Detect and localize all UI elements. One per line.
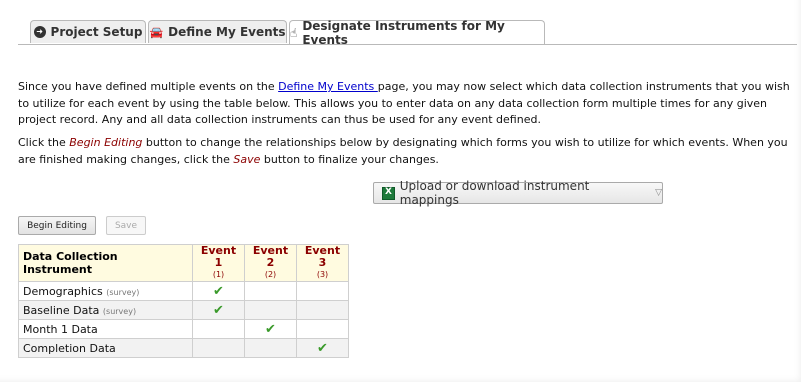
instrument-name-cell: Completion Data — [18, 338, 193, 358]
event-column-header: Event 3 (3) — [296, 244, 349, 282]
instrument-event-table: Data Collection Instrument Event 1 (1) Ev… — [18, 244, 349, 358]
table-row: Baseline Data (survey) ✔ — [18, 300, 349, 320]
event-number: (2) — [264, 270, 277, 279]
event-column-header: Event 1 (1) — [192, 244, 245, 282]
tab-divider — [18, 44, 797, 45]
tab-define-events[interactable]: 🚘 Define My Events — [148, 20, 287, 43]
event-name: Event 3 — [304, 244, 341, 269]
save-emphasis: Save — [233, 152, 261, 166]
table-row: Demographics (survey) ✔ — [18, 281, 349, 301]
event-cell: ✔ — [192, 281, 245, 301]
event-cell — [244, 338, 297, 358]
table-row: Month 1 Data ✔ — [18, 319, 349, 339]
checkmark-icon: ✔ — [265, 321, 276, 337]
save-label: Save — [114, 220, 138, 231]
begin-editing-button[interactable]: Begin Editing — [18, 216, 96, 235]
begin-editing-label: Begin Editing — [27, 220, 87, 231]
instrument-name: Completion Data — [23, 341, 116, 355]
instrument-name: Month 1 Data — [23, 322, 98, 336]
instrument-name-cell: Demographics (survey) — [18, 281, 193, 301]
event-cell: ✔ — [244, 319, 297, 339]
event-cell: ✔ — [296, 338, 349, 358]
table-row: Completion Data ✔ — [18, 338, 349, 358]
event-name: Event 1 — [200, 244, 237, 269]
intro-text: Since you have defined multiple events o… — [18, 80, 279, 93]
event-cell: ✔ — [192, 300, 245, 320]
event-column-header: Event 2 (2) — [244, 244, 297, 282]
tab-designate-instruments[interactable]: ☝ Designate Instruments for My Events — [289, 19, 545, 47]
checkmark-icon: ✔ — [213, 302, 224, 318]
tab-label: Designate Instruments for My Events — [302, 19, 505, 47]
tab-label: Define My Events — [168, 25, 286, 39]
instrument-name-cell: Baseline Data (survey) — [18, 300, 193, 320]
instrument-column-header: Data Collection Instrument — [18, 244, 193, 282]
tab-label: Project Setup — [50, 25, 143, 39]
event-cell — [296, 300, 349, 320]
tab-project-setup[interactable]: ➜ Project Setup — [30, 20, 146, 43]
begin-editing-emphasis: Begin Editing — [69, 136, 143, 149]
define-events-link[interactable]: Define My Events — [278, 80, 378, 93]
hand-pointer-icon: ☝ — [290, 26, 298, 40]
instrument-name-cell: Month 1 Data — [18, 319, 193, 339]
excel-icon — [382, 186, 395, 200]
chevron-down-icon: ▽ — [655, 188, 662, 198]
save-button[interactable]: Save — [106, 216, 146, 235]
checkmark-icon: ✔ — [213, 283, 224, 299]
instructions-text: button to finalize your changes. — [260, 152, 439, 166]
car-icon: 🚘 — [149, 25, 164, 39]
checkmark-icon: ✔ — [317, 340, 328, 356]
instrument-name: Demographics — [23, 284, 103, 298]
event-cell — [296, 281, 349, 301]
event-number: (3) — [316, 270, 329, 279]
arrow-circle-icon: ➜ — [33, 26, 46, 38]
event-name: Event 2 — [252, 244, 289, 269]
event-cell — [244, 281, 297, 301]
table-header-row: Data Collection Instrument Event 1 (1) Ev… — [18, 244, 349, 282]
instrument-name: Baseline Data — [23, 303, 100, 317]
instructions-text: Click the — [18, 136, 70, 149]
event-number: (1) — [212, 270, 225, 279]
intro-paragraph: Since you have defined multiple events o… — [18, 79, 794, 129]
survey-tag: (survey) — [106, 287, 140, 297]
event-cell — [192, 338, 245, 358]
instructions-paragraph: Click the Begin Editing button to change… — [18, 135, 794, 168]
survey-tag: (survey) — [102, 306, 137, 316]
upload-button-label: Upload or download instrument mappings — [399, 179, 590, 207]
event-cell — [192, 319, 245, 339]
event-cell — [244, 300, 297, 320]
event-cell — [296, 319, 349, 339]
upload-download-mappings-button[interactable]: Upload or download instrument mappings ▽ — [373, 179, 663, 207]
